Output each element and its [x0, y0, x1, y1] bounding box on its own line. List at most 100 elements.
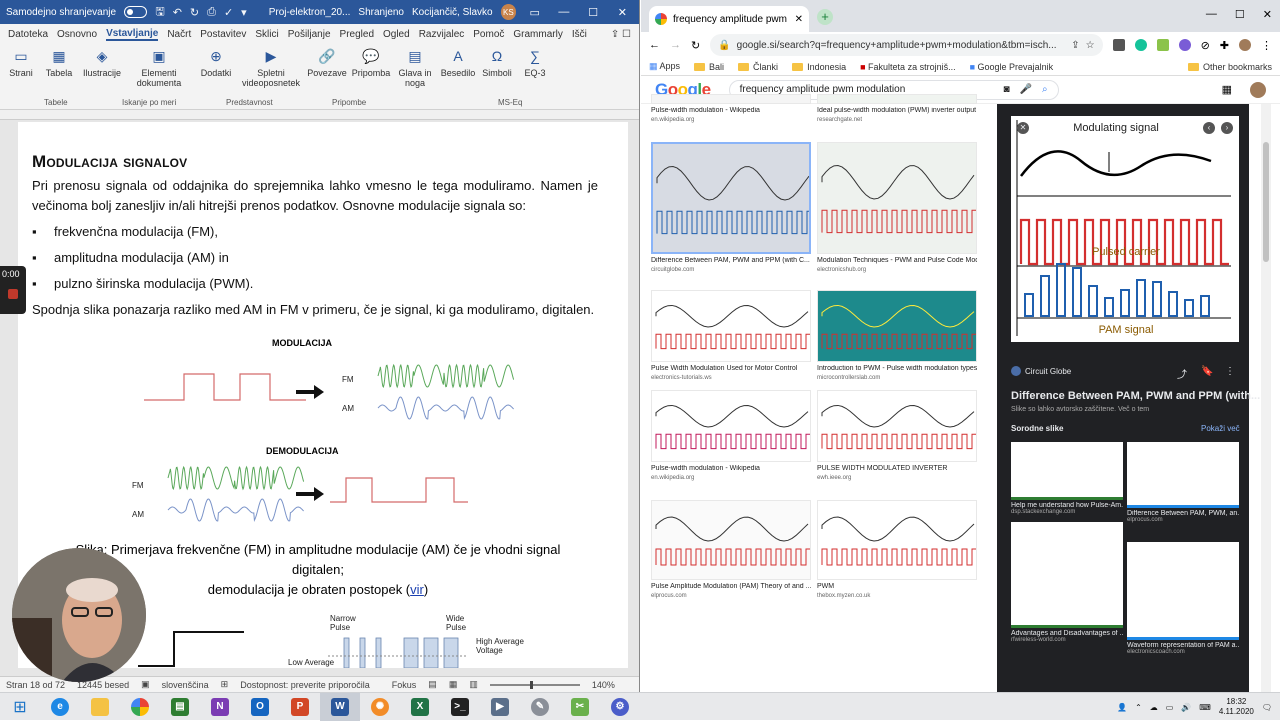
camera-icon[interactable]: ◙	[1004, 84, 1010, 95]
tab-0[interactable]: Datoteka	[8, 29, 48, 40]
show-more-link[interactable]: Pokaži več	[1201, 424, 1240, 433]
print-layout-icon[interactable]: ▦	[449, 679, 458, 690]
tray-expand-icon[interactable]: ⌃	[1135, 703, 1142, 712]
tab-9[interactable]: Razvijalec	[419, 29, 465, 40]
save-icon[interactable]: 🖫	[155, 3, 164, 22]
ribbon-button-2[interactable]: ◈ Ilustracije	[80, 46, 124, 109]
ribbon-button-0[interactable]: ▭ Strani	[4, 46, 38, 109]
media-app[interactable]: ▶	[480, 693, 520, 721]
tab-1[interactable]: Osnovno	[57, 29, 97, 40]
tab-7[interactable]: Pregled	[340, 29, 374, 40]
grammarly-icon[interactable]	[1134, 39, 1147, 51]
close-icon[interactable]: ✕	[612, 6, 633, 19]
keyboard-icon[interactable]: ⌨	[1199, 703, 1211, 712]
forward-icon[interactable]: →	[670, 39, 681, 51]
bookmark-apps[interactable]: ▦ Apps	[649, 61, 680, 72]
ribbon-display-icon[interactable]: ▭	[524, 6, 545, 19]
menu-icon[interactable]: ⋮	[1261, 39, 1272, 52]
tab-5[interactable]: Sklici	[255, 29, 278, 40]
language[interactable]: slovenščina	[162, 680, 209, 690]
close-tab-icon[interactable]: ✕	[795, 14, 803, 25]
tab-2[interactable]: Vstavljanje	[106, 28, 159, 41]
maximize-icon[interactable]: ☐	[583, 6, 604, 19]
related-image[interactable]: Difference Between PAM, PWM, an... elproc…	[1127, 442, 1239, 523]
result-title[interactable]: PWM	[817, 583, 977, 590]
share-icon[interactable]: ⤴	[1177, 366, 1187, 381]
chrome-app[interactable]	[120, 693, 160, 721]
notifications-icon[interactable]: 🗨	[1262, 703, 1272, 712]
people-icon[interactable]: 👤	[1117, 703, 1127, 712]
bookmark-clanki[interactable]: Članki	[738, 62, 778, 72]
related-title[interactable]: Advantages and Disadvantages of ...	[1011, 630, 1123, 637]
result-title[interactable]: Pulse Width Modulation Used for Motor Co…	[651, 365, 811, 372]
charts-app[interactable]: ▤	[160, 693, 200, 721]
tab-11[interactable]: Grammarly	[513, 29, 562, 40]
bookmark-other[interactable]: Other bookmarks	[1187, 62, 1272, 72]
tab-3[interactable]: Načrt	[167, 29, 191, 40]
zoom-slider[interactable]	[489, 680, 580, 689]
apps-grid-icon[interactable]: ▦	[1222, 83, 1232, 96]
back-icon[interactable]: ←	[649, 39, 660, 51]
save-icon[interactable]: 🔖	[1201, 366, 1213, 377]
share-comments-icon[interactable]: ⇪ ☐	[611, 29, 631, 40]
outlook-app[interactable]: O	[240, 693, 280, 721]
more-icon[interactable]: ⋮	[1225, 366, 1235, 377]
tool-app[interactable]: ✎	[520, 693, 560, 721]
source-link[interactable]: vir	[410, 582, 424, 597]
browser-tab[interactable]: frequency amplitude pwm modu ✕	[649, 6, 809, 32]
close-icon[interactable]: ✕	[1263, 8, 1272, 21]
accessibility[interactable]: Dostopnost: preverite priporočila	[240, 680, 370, 690]
autosave-toggle[interactable]	[124, 6, 148, 18]
tab-10[interactable]: Pomoč	[473, 29, 504, 40]
scrollbar[interactable]	[1261, 104, 1271, 692]
explorer-app[interactable]	[80, 693, 120, 721]
volume-icon[interactable]: 🔊	[1181, 703, 1191, 712]
bookmark-bali[interactable]: Bali	[694, 62, 724, 72]
extension-icon[interactable]	[1178, 39, 1191, 51]
tab-12[interactable]: Išči	[572, 29, 587, 40]
result-title[interactable]: Difference Between PAM, PWM and PPM (wit…	[651, 257, 811, 264]
edge-app[interactable]: e	[40, 693, 80, 721]
recording-widget[interactable]: 0:00	[0, 266, 26, 314]
result-title[interactable]: Pulse-width modulation - Wikipedia	[651, 107, 811, 114]
onedrive-icon[interactable]: ☁	[1150, 703, 1158, 712]
undo-icon[interactable]: ↶	[173, 6, 182, 19]
print-icon[interactable]: ⎙	[207, 6, 216, 19]
minimize-icon[interactable]: —	[1206, 8, 1217, 21]
zoom-level[interactable]: 140%	[592, 680, 615, 690]
related-title[interactable]: Difference Between PAM, PWM, an...	[1127, 510, 1239, 517]
settings-app[interactable]: ✺	[360, 693, 400, 721]
result-title[interactable]: Introduction to PWM - Pulse width modula…	[817, 365, 977, 372]
maximize-icon[interactable]: ☐	[1235, 8, 1245, 21]
reload-icon[interactable]: ↻	[691, 39, 700, 52]
excel-app[interactable]: X	[400, 693, 440, 721]
record-stop-icon[interactable]	[8, 289, 18, 299]
tab-4[interactable]: Postavitev	[200, 29, 246, 40]
prev-image-icon[interactable]: ‹	[1203, 122, 1215, 134]
powerpoint-app[interactable]: P	[280, 693, 320, 721]
next-image-icon[interactable]: ›	[1221, 122, 1233, 134]
related-image[interactable]: Waveform representation of PAM a... elect…	[1127, 542, 1239, 655]
block-icon[interactable]: ⊘	[1201, 39, 1210, 52]
related-title[interactable]: Help me understand how Pulse-Am...	[1011, 502, 1123, 509]
word-app[interactable]: W	[320, 692, 360, 721]
onenote-app[interactable]: N	[200, 693, 240, 721]
extension-icon[interactable]	[1112, 39, 1125, 51]
user-avatar[interactable]: KS	[500, 4, 517, 20]
result-title[interactable]: Ideal pulse-width modulation (PWM) inver…	[817, 107, 977, 114]
result-title[interactable]: Pulse Amplitude Modulation (PAM) Theory …	[651, 583, 811, 590]
mic-icon[interactable]: 🎤	[1020, 84, 1032, 95]
related-image[interactable]: Advantages and Disadvantages of ... rfwir…	[1011, 522, 1123, 643]
start-button[interactable]: ⊞	[0, 693, 40, 721]
minimize-icon[interactable]: —	[553, 6, 574, 18]
check-icon[interactable]: ✓	[224, 6, 233, 19]
preview-image[interactable]: Modulating signal Pulsed carrier PAM sig…	[1011, 116, 1239, 342]
page-count[interactable]: Stran 18 od 72	[6, 680, 65, 690]
redo-icon[interactable]: ↻	[190, 6, 199, 19]
tab-8[interactable]: Ogled	[383, 29, 410, 40]
close-preview-icon[interactable]: ✕	[1017, 122, 1029, 134]
account-avatar[interactable]	[1250, 81, 1266, 98]
network-icon[interactable]: ▭	[1166, 703, 1174, 712]
terminal-app[interactable]: >_	[440, 693, 480, 721]
proofing-icon[interactable]: ▣	[141, 679, 150, 690]
